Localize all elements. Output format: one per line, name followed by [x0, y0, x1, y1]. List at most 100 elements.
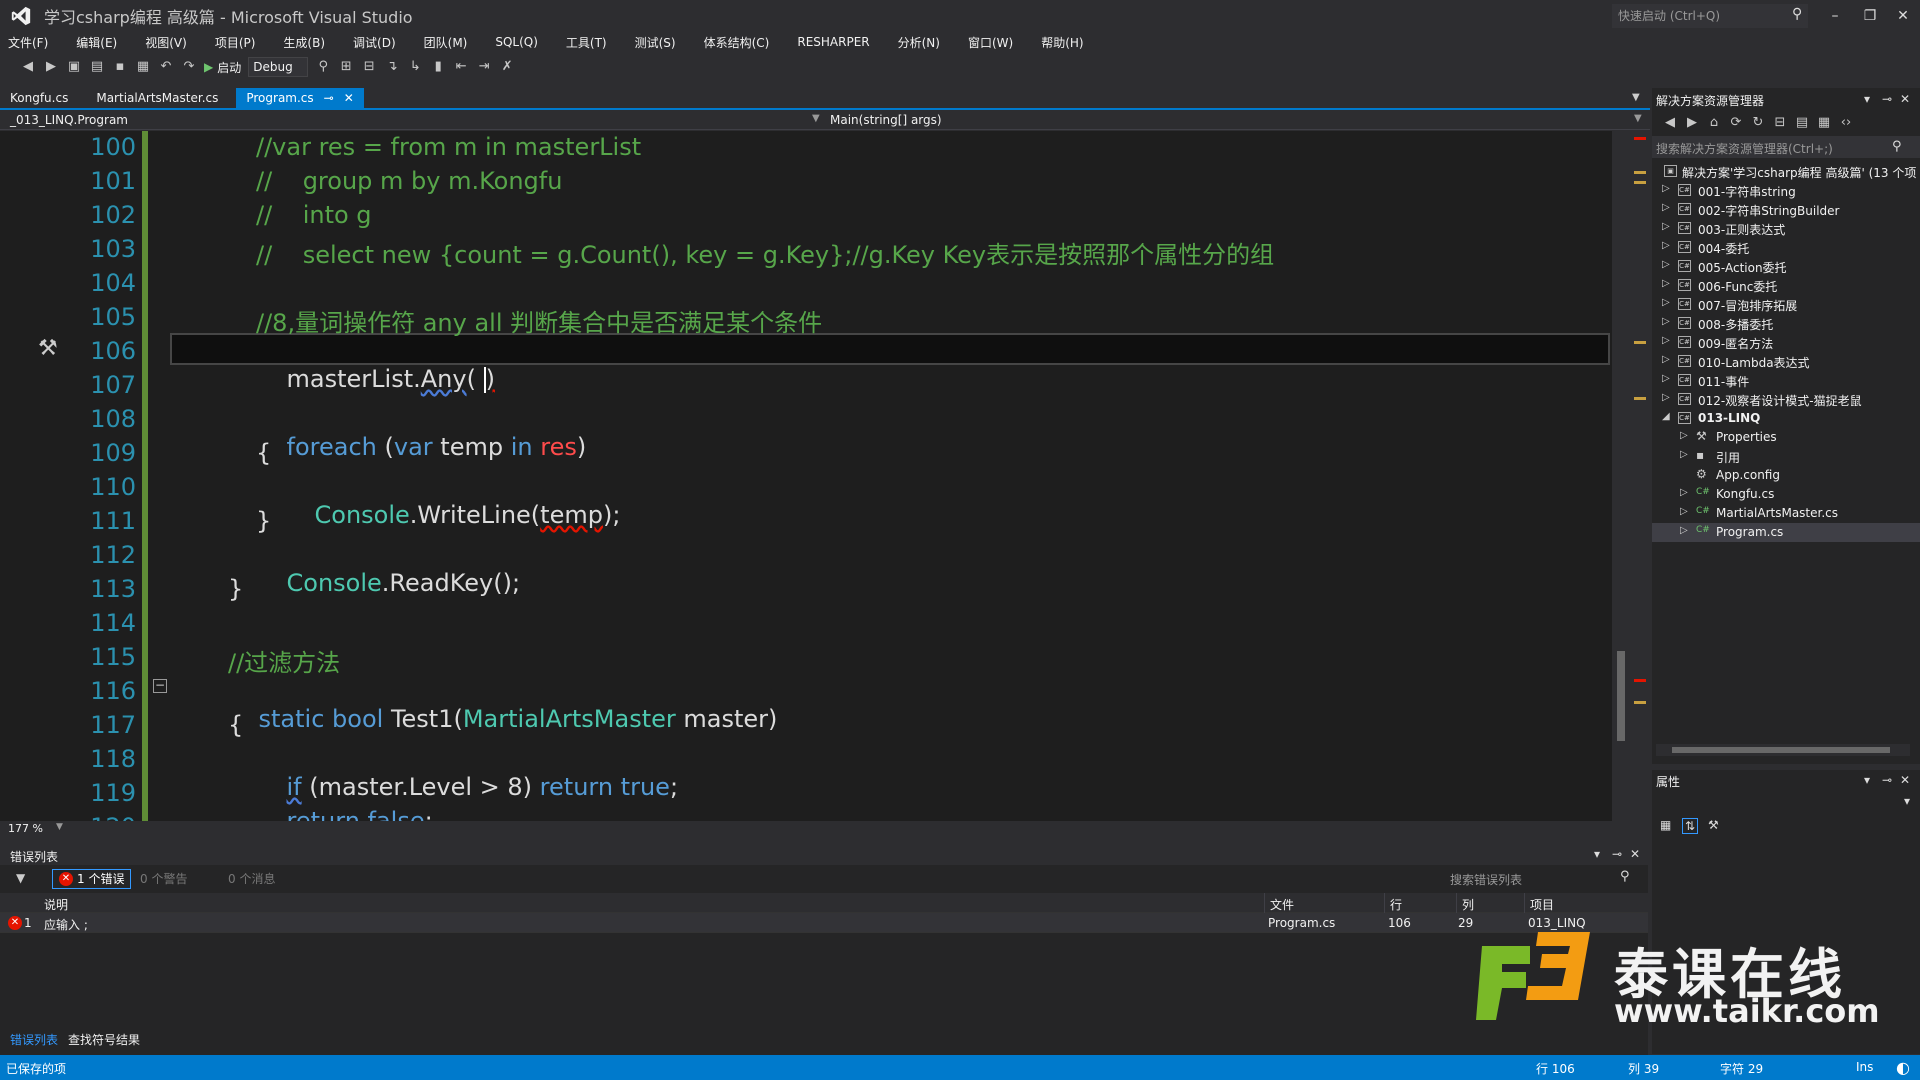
quick-launch-input[interactable]: 快速启动 (Ctrl+Q)	[1612, 4, 1808, 28]
tree-item-file[interactable]: ▷ C# Kongfu.cs	[1652, 485, 1920, 504]
column-header-file[interactable]: 文件	[1270, 896, 1294, 913]
refresh-icon[interactable]: ↻	[1750, 115, 1766, 131]
close-icon[interactable]: ✕	[1900, 773, 1910, 787]
expand-arrow-icon[interactable]: ▷	[1662, 297, 1670, 308]
warning-marker[interactable]	[1634, 701, 1646, 704]
tree-item-project[interactable]: ▷ C# 011-事件	[1652, 371, 1920, 390]
warning-marker[interactable]	[1634, 341, 1646, 344]
restore-button[interactable]: ❐	[1855, 4, 1885, 28]
tab-program[interactable]: Program.cs ⊸ ✕	[236, 88, 364, 108]
close-icon[interactable]: ✕	[1900, 92, 1910, 106]
chevron-down-icon[interactable]: ▼	[812, 113, 820, 124]
notification-icon[interactable]: ◐	[1896, 1058, 1910, 1077]
menu-tools[interactable]: 工具(T)	[562, 34, 611, 51]
tree-item-project[interactable]: ▷ C# 012-观察者设计模式-猫捉老鼠	[1652, 390, 1920, 409]
expand-arrow-icon[interactable]: ▷	[1662, 240, 1670, 251]
categorized-icon[interactable]: ▦	[1660, 818, 1671, 832]
collapse-all-icon[interactable]: ⊟	[1772, 115, 1788, 131]
collapse-region-icon[interactable]: −	[153, 679, 167, 693]
expand-arrow-icon[interactable]: ▷	[1680, 430, 1688, 441]
error-marker[interactable]	[1634, 137, 1646, 140]
chevron-down-icon[interactable]: ▾	[1864, 773, 1870, 787]
menu-build[interactable]: 生成(B)	[279, 34, 329, 51]
close-icon[interactable]: ✕	[1630, 847, 1640, 861]
expand-arrow-icon[interactable]: ▷	[1680, 525, 1688, 536]
save-icon[interactable]: ▪	[112, 59, 128, 75]
chevron-down-icon[interactable]: ▾	[1904, 794, 1910, 808]
column-divider[interactable]	[1524, 893, 1525, 913]
solution-configuration-select[interactable]: Debug	[248, 57, 309, 77]
tree-item-project[interactable]: ▷ C# 005-Action委托	[1652, 257, 1920, 276]
tree-item-project[interactable]: ▷ C# 002-字符串StringBuilder	[1652, 200, 1920, 219]
bookmark-icon[interactable]: ▮	[430, 59, 446, 75]
expand-arrow-icon[interactable]: ▷	[1662, 278, 1670, 289]
column-header-project[interactable]: 项目	[1530, 896, 1554, 913]
format-icon[interactable]: ⊟	[361, 59, 377, 75]
tree-item-project[interactable]: ▷ C# 008-多播委托	[1652, 314, 1920, 333]
menu-sql[interactable]: SQL(Q)	[491, 35, 542, 49]
tree-item-project[interactable]: ▷ C# 003-正则表达式	[1652, 219, 1920, 238]
column-header-column[interactable]: 列	[1462, 896, 1474, 913]
solution-horizontal-scrollbar[interactable]	[1656, 744, 1910, 756]
column-header-description[interactable]: 说明	[44, 896, 68, 913]
menu-project[interactable]: 项目(P)	[211, 34, 260, 51]
step-over-icon[interactable]: ↳	[407, 59, 423, 75]
class-scope-select[interactable]: _013_LINQ.Program	[10, 113, 128, 127]
menu-view[interactable]: 视图(V)	[141, 34, 191, 51]
errors-filter-button[interactable]: ✕ 1 个错误	[52, 869, 132, 889]
tree-item-project[interactable]: ▷ C# 001-字符串string	[1652, 181, 1920, 200]
show-all-files-icon[interactable]: ▤	[1794, 115, 1810, 131]
minimize-button[interactable]: –	[1820, 4, 1850, 28]
tree-item-file[interactable]: ⚙ App.config	[1652, 466, 1920, 485]
expand-arrow-icon[interactable]: ▷	[1662, 392, 1670, 403]
code-editor[interactable]: ⚒ − 100 101 102 103 104 105 106 107 108 …	[0, 131, 1620, 821]
expand-arrow-icon[interactable]: ▷	[1662, 202, 1670, 213]
menu-edit[interactable]: 编辑(E)	[72, 34, 121, 51]
tree-item-project[interactable]: ▷ C# 006-Func委托	[1652, 276, 1920, 295]
menu-help[interactable]: 帮助(H)	[1037, 34, 1087, 51]
view-code-icon[interactable]: ‹›	[1838, 115, 1854, 131]
alphabetical-icon[interactable]: ⇅	[1682, 818, 1699, 834]
column-divider[interactable]	[1384, 893, 1385, 913]
close-button[interactable]: ✕	[1888, 4, 1918, 28]
zoom-level-select[interactable]: 177 %	[8, 822, 43, 835]
error-marker[interactable]	[1634, 679, 1646, 682]
start-debugging-button[interactable]: ▶ 启动	[204, 59, 241, 76]
properties-icon[interactable]: ▦	[1816, 115, 1832, 131]
home-icon[interactable]: ⌂	[1706, 115, 1722, 131]
open-file-icon[interactable]: ▤	[89, 59, 105, 75]
prev-bookmark-icon[interactable]: ⇤	[453, 59, 469, 75]
search-icon[interactable]: ⚲	[1792, 6, 1808, 24]
next-bookmark-icon[interactable]: ⇥	[476, 59, 492, 75]
expand-arrow-icon[interactable]: ▷	[1662, 335, 1670, 346]
clear-bookmarks-icon[interactable]: ✗	[499, 59, 515, 75]
back-icon[interactable]: ◀	[1662, 115, 1678, 131]
tree-item-properties[interactable]: ▷ ⚒ Properties	[1652, 428, 1920, 447]
close-tab-icon[interactable]: ✕	[344, 88, 354, 108]
table-row[interactable]: ✕ 1 应输入 ; Program.cs 106 29 013_LINQ	[0, 913, 1648, 933]
save-all-icon[interactable]: ▦	[135, 59, 151, 75]
menu-test[interactable]: 测试(S)	[631, 34, 680, 51]
menu-debug[interactable]: 调试(D)	[349, 34, 400, 51]
warnings-filter-button[interactable]: 0 个警告	[140, 869, 187, 889]
column-divider[interactable]	[1456, 893, 1457, 913]
tree-item-file[interactable]: ▷ C# MartialArtsMaster.cs	[1652, 504, 1920, 523]
undo-icon[interactable]: ↶	[158, 59, 174, 75]
pin-icon[interactable]: ⊸	[1882, 773, 1892, 787]
redo-icon[interactable]: ↷	[181, 59, 197, 75]
tab-martialartsmaster[interactable]: MartialArtsMaster.cs	[86, 88, 228, 108]
expand-arrow-icon[interactable]: ▷	[1662, 373, 1670, 384]
expand-arrow-icon[interactable]: ▷	[1680, 449, 1688, 460]
search-icon[interactable]: ⚲	[1892, 139, 1902, 154]
editor-vertical-scrollbar[interactable]	[1612, 131, 1630, 821]
expand-arrow-icon[interactable]: ▷	[1680, 487, 1688, 498]
collapse-arrow-icon[interactable]: ◢	[1662, 411, 1670, 422]
expand-arrow-icon[interactable]: ▷	[1662, 316, 1670, 327]
tab-error-list[interactable]: 错误列表	[10, 1031, 58, 1048]
menu-window[interactable]: 窗口(W)	[964, 34, 1017, 51]
sync-icon[interactable]: ⟳	[1728, 115, 1744, 131]
search-icon[interactable]: ⚲	[1620, 869, 1630, 884]
menu-analyze[interactable]: 分析(N)	[894, 34, 944, 51]
tab-kongfu[interactable]: Kongfu.cs	[0, 88, 78, 108]
forward-icon[interactable]: ▶	[43, 59, 59, 75]
